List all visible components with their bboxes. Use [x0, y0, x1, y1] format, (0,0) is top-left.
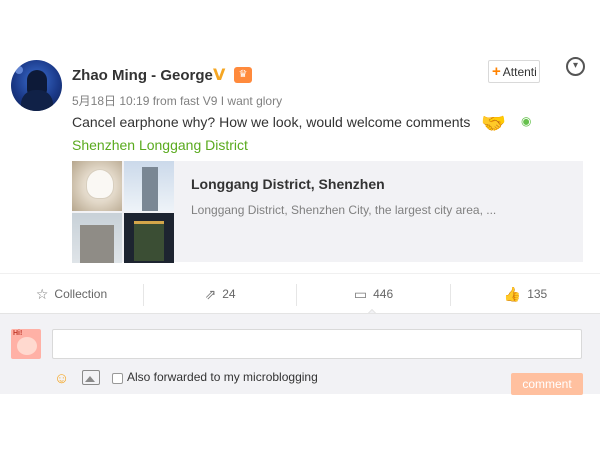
v-badge-icon[interactable]: V: [213, 65, 225, 84]
like-count: 135: [527, 287, 548, 301]
level-badge-icon[interactable]: ♛: [234, 67, 252, 83]
post-meta: 5月18日 10:19 from fast V9 I want glory: [72, 94, 283, 108]
card-description: Longgang District, Shenzhen City, the la…: [191, 203, 497, 217]
author-avatar[interactable]: [11, 60, 62, 111]
like-button[interactable]: 👍 135: [451, 274, 600, 314]
star-icon: ☆: [35, 285, 49, 302]
card-thumbnail: [124, 213, 174, 263]
forward-checkbox-label[interactable]: Also forwarded to my microblogging: [127, 370, 318, 384]
picture-icon[interactable]: [82, 370, 100, 385]
follow-button-label: Attenti: [502, 65, 537, 79]
forward-checkbox[interactable]: [112, 373, 123, 384]
forward-button[interactable]: ⇗ 24: [144, 274, 296, 314]
handshake-emoji-icon: 🤝: [481, 113, 506, 135]
collection-button[interactable]: ☆ Collection: [0, 274, 143, 314]
location-link[interactable]: Shenzhen Longgang District: [72, 137, 248, 153]
card-title[interactable]: Longgang District, Shenzhen: [191, 176, 385, 192]
my-avatar: Hi!: [11, 329, 41, 359]
follow-button[interactable]: + Attenti: [488, 60, 540, 83]
plus-icon: +: [492, 63, 501, 80]
comment-submit-button[interactable]: comment: [511, 373, 583, 395]
card-thumbnail: [124, 161, 174, 211]
location-card[interactable]: Longgang District, Shenzhen Longgang Dis…: [72, 161, 583, 263]
avatar-light: [15, 66, 23, 74]
action-bar: ☆ Collection ⇗ 24 ▭ 446 👍 135: [0, 273, 600, 324]
author-name[interactable]: Zhao Ming - George: [72, 67, 213, 84]
post-text: Cancel earphone why? How we look, would …: [72, 114, 471, 130]
forward-count: 24: [222, 287, 236, 301]
comment-box: Hi! ☺ Also forwarded to my microblogging…: [0, 313, 600, 395]
comment-icon: ▭: [353, 285, 368, 302]
avatar-body: [21, 90, 53, 111]
card-thumbnail: [72, 213, 122, 263]
collection-label: Collection: [54, 287, 108, 301]
emoticon-icon[interactable]: ☺: [54, 370, 69, 387]
comment-count: 446: [373, 287, 394, 301]
location-pin-icon: ◉: [521, 114, 532, 128]
like-icon: 👍: [503, 285, 522, 302]
chevron-down-icon[interactable]: ▾: [566, 57, 585, 76]
comment-input[interactable]: [52, 329, 582, 359]
share-icon: ⇗: [204, 285, 217, 302]
card-thumbnail: [72, 161, 122, 211]
comment-button[interactable]: ▭ 446: [297, 274, 450, 314]
